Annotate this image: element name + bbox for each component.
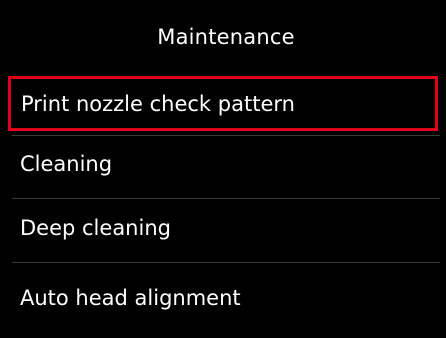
menu-item-auto-head-alignment[interactable]: Auto head alignment [7,266,438,322]
title-bar: Maintenance [0,0,446,74]
menu-item-label: Print nozzle check pattern [21,91,295,116]
menu-item-label: Cleaning [20,152,113,176]
menu-item-cleaning[interactable]: Cleaning [7,136,438,192]
menu-divider [12,198,440,199]
printer-lcd-screen: Maintenance Print nozzle check pattern C… [0,0,446,338]
menu-item-deep-cleaning[interactable]: Deep cleaning [7,200,438,256]
menu-item-label: Auto head alignment [20,286,241,310]
menu-item-label: Deep cleaning [20,216,171,240]
menu-item-print-nozzle-check-pattern[interactable]: Print nozzle check pattern [8,76,438,131]
menu-divider [12,262,440,263]
page-title: Maintenance [157,25,295,49]
